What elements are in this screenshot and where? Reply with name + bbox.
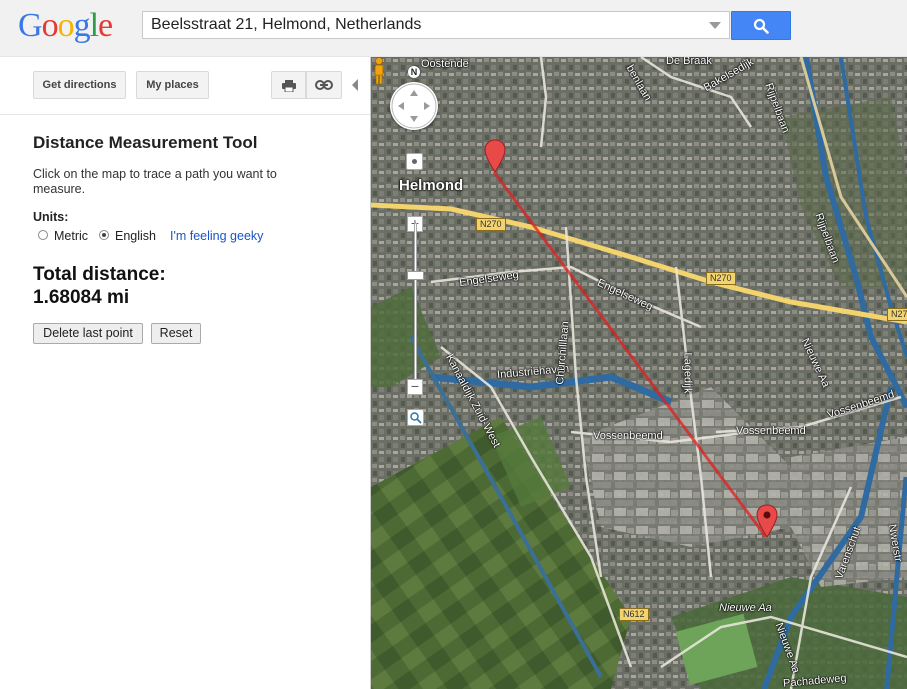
map-label-debraak: De Braak xyxy=(666,57,712,67)
reset-button[interactable]: Reset xyxy=(151,323,201,344)
tool-title: Distance Measurement Tool xyxy=(33,133,258,152)
pan-control[interactable] xyxy=(390,82,438,130)
chevron-down-icon[interactable] xyxy=(709,22,721,29)
logo-letter: o xyxy=(41,7,59,44)
metric-label[interactable]: Metric xyxy=(54,229,88,243)
my-location-button[interactable] xyxy=(406,153,423,170)
location-dot-icon xyxy=(412,159,417,164)
delete-last-point-button[interactable]: Delete last point xyxy=(33,323,143,344)
map-label-nieuweaa-2: Nieuwe Aa xyxy=(719,602,772,614)
map-label-oostende: Oostende xyxy=(421,58,469,70)
side-panel: Get directions My places Distance Measur… xyxy=(0,57,371,689)
logo-letter: o xyxy=(57,7,75,44)
feeling-geeky-link[interactable]: I'm feeling geeky xyxy=(170,229,263,243)
magnifier-icon xyxy=(410,412,422,424)
google-logo[interactable]: Google xyxy=(18,6,113,46)
start-marker-icon[interactable] xyxy=(484,139,506,173)
logo-letter: l xyxy=(89,7,100,44)
end-marker-icon[interactable] xyxy=(756,504,778,538)
my-places-button[interactable]: My places xyxy=(136,71,209,99)
road-shield-n270-a: N270 xyxy=(476,218,506,231)
logo-letter: e xyxy=(98,7,113,44)
map-label-helmond: Helmond xyxy=(399,177,464,194)
search-icon xyxy=(753,18,769,34)
units-label: Units: xyxy=(33,210,69,224)
logo-letter: g xyxy=(73,7,91,44)
search-button[interactable] xyxy=(731,11,791,40)
get-directions-button[interactable]: Get directions xyxy=(33,71,126,99)
road-shield-n270-b: N270 xyxy=(706,272,736,285)
english-label[interactable]: English xyxy=(115,229,156,243)
printer-icon xyxy=(282,80,296,92)
english-radio[interactable] xyxy=(99,230,109,240)
pan-arrows-icon xyxy=(391,83,437,129)
search-box[interactable] xyxy=(142,11,730,39)
logo-letter: G xyxy=(18,7,43,44)
link-icon xyxy=(315,80,333,90)
collapse-panel-icon[interactable] xyxy=(352,79,358,91)
zoom-slider-track[interactable] xyxy=(414,223,417,387)
map-label-lagedijk: Lagedijk xyxy=(681,352,694,394)
total-distance-value: 1.68084 mi xyxy=(33,287,130,308)
map-label-vossenbeemd-1: Vossenbeemd xyxy=(593,430,663,442)
metric-radio[interactable] xyxy=(38,230,48,240)
print-button[interactable] xyxy=(271,71,306,99)
zoom-area-button[interactable] xyxy=(407,409,424,426)
road-shield-n612: N612 xyxy=(619,608,649,621)
satellite-map[interactable]: Oostende Helmond De Braak Bakelsedijk be… xyxy=(371,57,907,689)
compass-north-indicator: N xyxy=(408,66,420,78)
total-distance-label: Total distance: xyxy=(33,264,166,285)
pegman-icon[interactable] xyxy=(371,57,387,85)
map-label-vossenbeemd-2: Vossenbeemd xyxy=(736,425,806,437)
zoom-out-button[interactable]: − xyxy=(407,379,423,395)
top-bar: Google xyxy=(0,0,907,57)
tool-instructions: Click on the map to trace a path you wan… xyxy=(33,167,277,196)
divider xyxy=(0,114,370,115)
road-shield-n27: N27 xyxy=(887,308,907,321)
link-button[interactable] xyxy=(306,71,342,99)
zoom-slider-handle[interactable] xyxy=(407,271,424,280)
search-input[interactable] xyxy=(143,12,711,38)
